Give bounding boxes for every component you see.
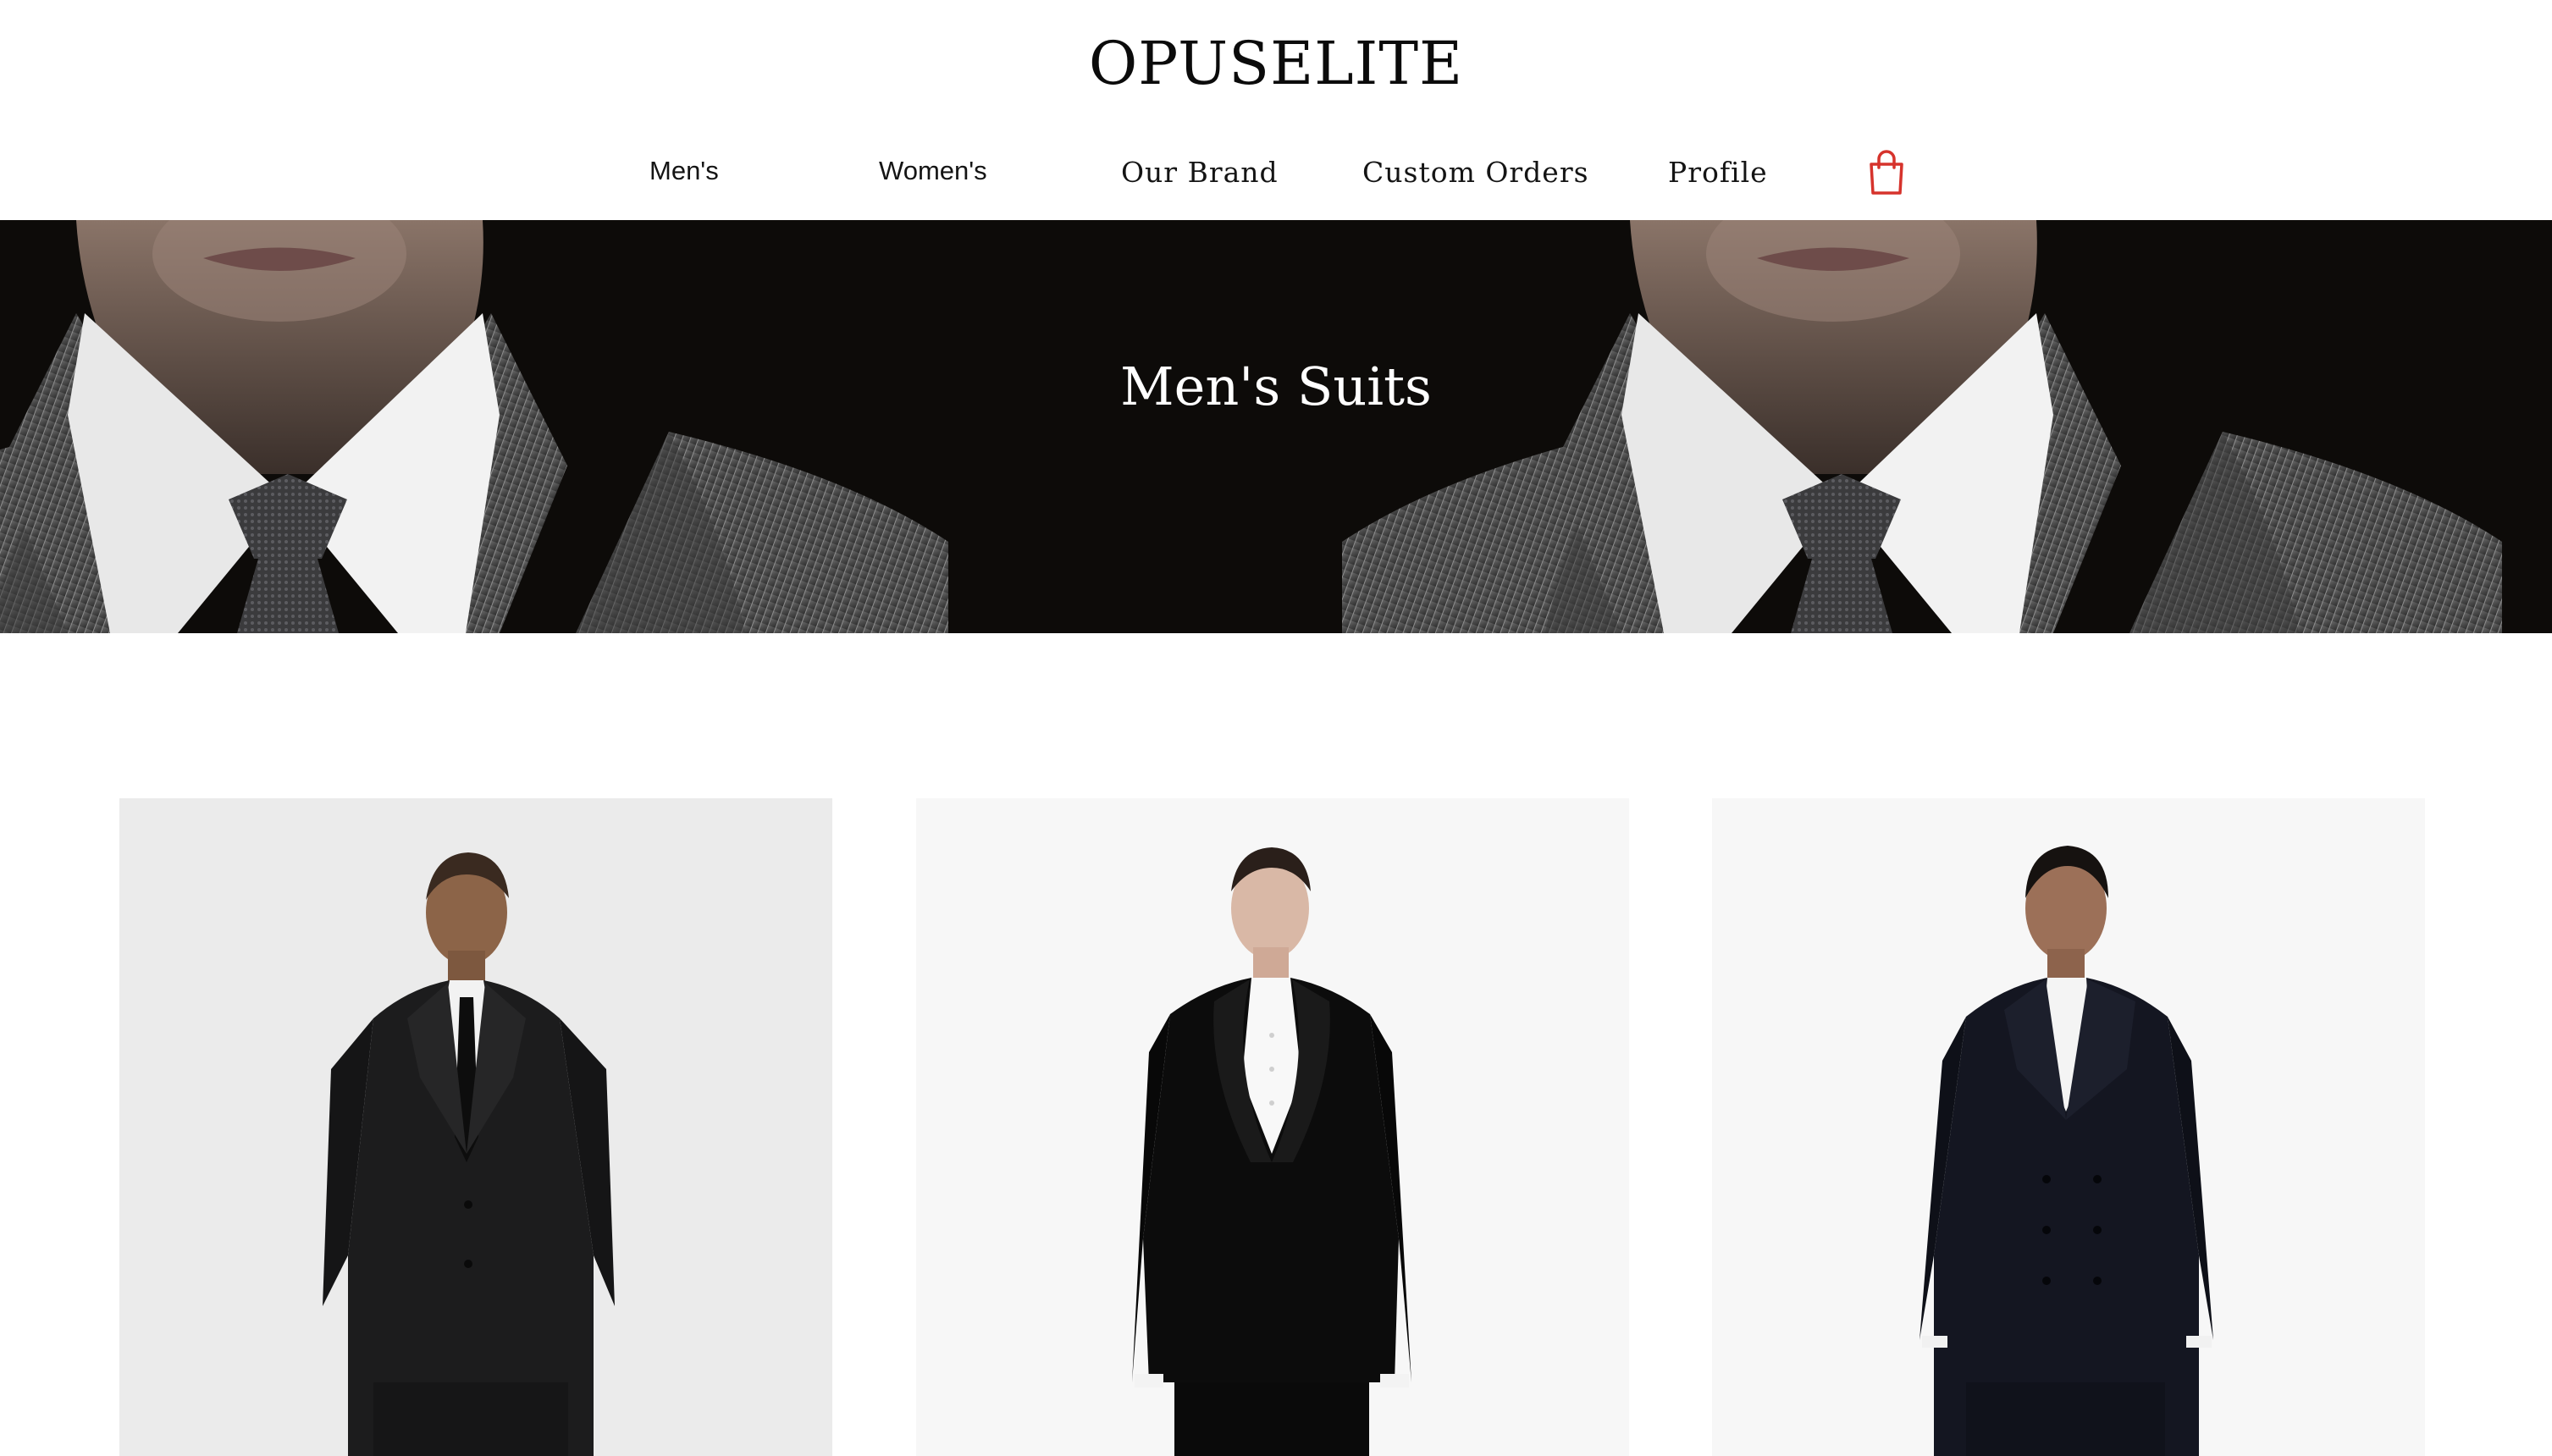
product-card[interactable] (1712, 798, 2425, 1456)
product-image (1920, 846, 2213, 1456)
product-image (323, 852, 615, 1456)
product-card[interactable] (119, 798, 832, 1456)
nav-womens[interactable]: Women's (879, 156, 987, 186)
banner-title: Men's Suits (1120, 356, 1432, 417)
nav-our-brand[interactable]: Our Brand (1121, 156, 1279, 189)
nav-profile[interactable]: Profile (1668, 156, 1768, 189)
banner-image (0, 220, 2502, 633)
hero-banner: Men's Suits (0, 220, 2552, 633)
nav-custom-orders[interactable]: Custom Orders (1362, 156, 1589, 189)
nav-mens[interactable]: Men's (649, 156, 719, 186)
product-card[interactable] (916, 798, 1629, 1456)
product-image (1132, 847, 1411, 1456)
brand-logo[interactable]: OPUSELITE (0, 29, 2552, 98)
shopping-bag-icon[interactable] (1866, 149, 1907, 196)
